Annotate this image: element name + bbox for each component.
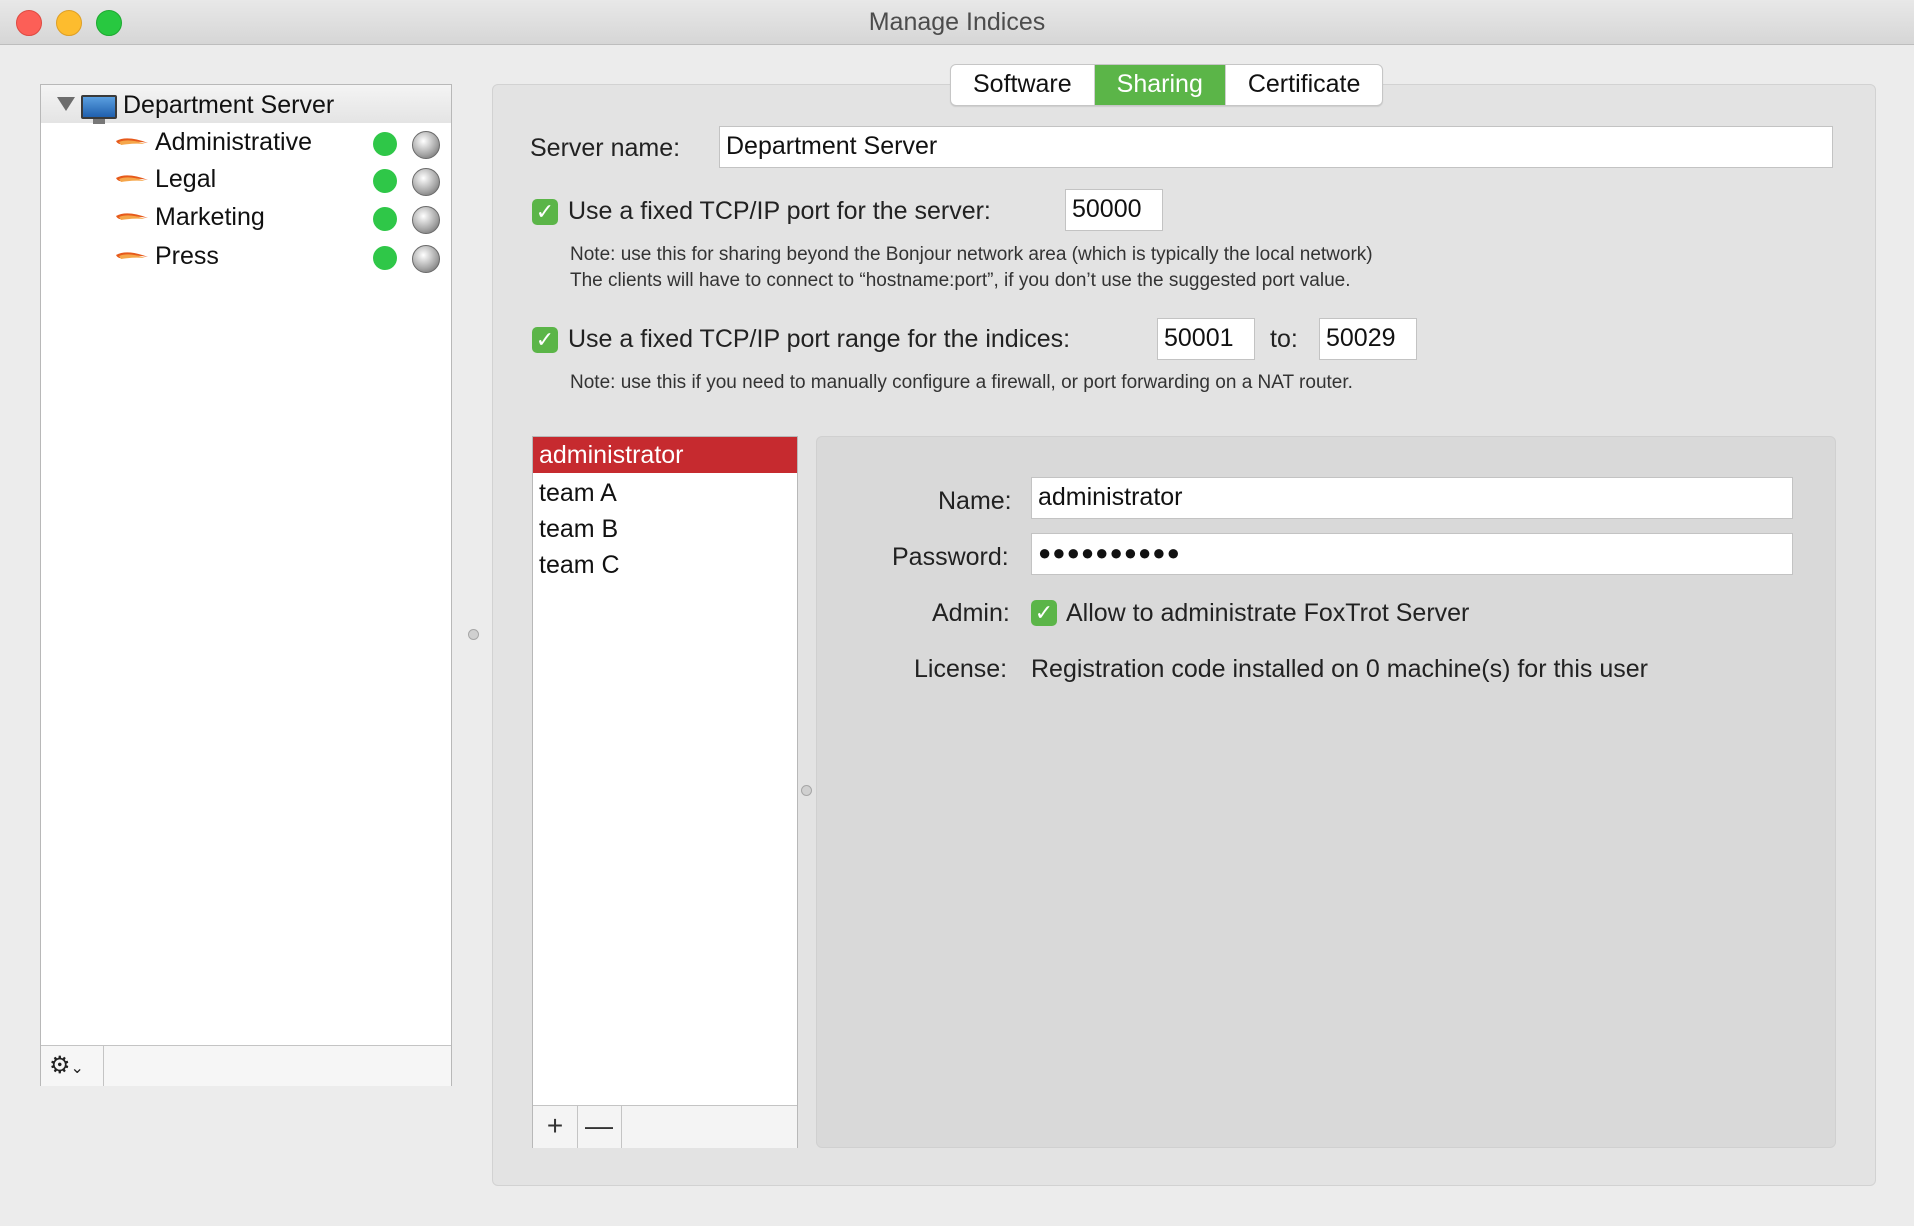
title-bar: Manage Indices — [0, 0, 1914, 45]
index-item-label: Marketing — [155, 203, 265, 231]
server-name-field[interactable]: Department Server — [719, 126, 1833, 168]
password-label: Password: — [892, 543, 1009, 571]
globe-sharing-icon — [412, 131, 440, 159]
port-range-checkbox[interactable]: ✓ — [532, 327, 558, 353]
remove-user-button[interactable]: — — [577, 1106, 622, 1148]
status-online-icon — [373, 132, 397, 156]
sidebar-footer: ⚙⌄ — [41, 1045, 451, 1086]
index-item-label: Legal — [155, 165, 217, 193]
admin-checkbox-label: Allow to administrate FoxTrot Server — [1066, 599, 1470, 627]
index-item-legal[interactable]: Legal — [41, 162, 451, 198]
index-tree-sidebar: Department Server Administrative Legal M… — [40, 84, 452, 1086]
globe-sharing-icon — [412, 245, 440, 273]
foxtrot-index-icon — [116, 175, 148, 182]
index-item-administrative[interactable]: Administrative — [41, 125, 451, 161]
port-range-to-label: to: — [1270, 325, 1298, 353]
globe-sharing-icon — [412, 168, 440, 196]
monitor-icon — [81, 95, 117, 124]
admin-checkbox[interactable]: ✓ — [1031, 600, 1057, 626]
license-text: Registration code installed on 0 machine… — [1031, 655, 1648, 683]
fixed-port-note-line1: Note: use this for sharing beyond the Bo… — [570, 244, 1373, 265]
foxtrot-index-icon — [116, 213, 148, 220]
port-range-label: Use a fixed TCP/IP port range for the in… — [568, 325, 1071, 353]
tab-sharing[interactable]: Sharing — [1094, 65, 1226, 105]
globe-sharing-icon — [412, 206, 440, 234]
manage-indices-window: Manage Indices Department Server Adminis… — [0, 0, 1914, 1226]
name-label: Name: — [938, 487, 1012, 515]
index-item-marketing[interactable]: Marketing — [41, 200, 451, 236]
server-name-label: Server name: — [530, 134, 681, 162]
chevron-down-icon: ⌄ — [70, 1060, 84, 1077]
user-item-team-c[interactable]: team C — [533, 547, 797, 583]
license-label: License: — [914, 655, 1008, 683]
port-range-to-field[interactable]: 50029 — [1319, 318, 1417, 360]
user-item-team-a[interactable]: team A — [533, 475, 797, 511]
foxtrot-index-icon — [116, 252, 148, 259]
sidebar-splitter-handle[interactable] — [468, 629, 479, 640]
user-list-splitter-handle[interactable] — [801, 785, 812, 796]
status-online-icon — [373, 169, 397, 193]
password-field[interactable]: ●●●●●●●●●● — [1031, 533, 1793, 575]
disclosure-triangle-icon[interactable] — [57, 97, 75, 111]
port-range-note: Note: use this if you need to manually c… — [570, 372, 1353, 393]
add-user-button[interactable]: + — [533, 1106, 578, 1148]
fixed-port-field[interactable]: 50000 — [1065, 189, 1163, 231]
gear-icon: ⚙ — [49, 1052, 71, 1079]
user-list: administrator team A team B team C + — — [532, 436, 798, 1148]
gear-menu-button[interactable]: ⚙⌄ — [41, 1046, 104, 1086]
user-name-field[interactable]: administrator — [1031, 477, 1793, 519]
tree-root-department-server[interactable]: Department Server — [41, 85, 451, 124]
tab-software[interactable]: Software — [951, 65, 1095, 105]
status-online-icon — [373, 207, 397, 231]
tab-certificate[interactable]: Certificate — [1226, 65, 1383, 105]
tree-root-label: Department Server — [123, 91, 335, 119]
status-online-icon — [373, 246, 397, 270]
index-item-label: Administrative — [155, 128, 312, 156]
user-item-team-b[interactable]: team B — [533, 511, 797, 547]
fixed-port-checkbox[interactable]: ✓ — [532, 199, 558, 225]
index-item-press[interactable]: Press — [41, 239, 451, 275]
user-item-administrator[interactable]: administrator — [533, 437, 797, 473]
index-item-label: Press — [155, 242, 219, 270]
admin-label: Admin: — [932, 599, 1010, 627]
window-title: Manage Indices — [868, 8, 1046, 36]
fixed-port-note-line2: The clients will have to connect to “hos… — [570, 270, 1351, 291]
tab-bar: Software Sharing Certificate — [950, 64, 1384, 106]
foxtrot-index-icon — [116, 138, 148, 145]
fixed-port-label: Use a fixed TCP/IP port for the server: — [568, 197, 991, 225]
port-range-from-field[interactable]: 50001 — [1157, 318, 1255, 360]
user-list-footer: + — — [533, 1105, 797, 1148]
